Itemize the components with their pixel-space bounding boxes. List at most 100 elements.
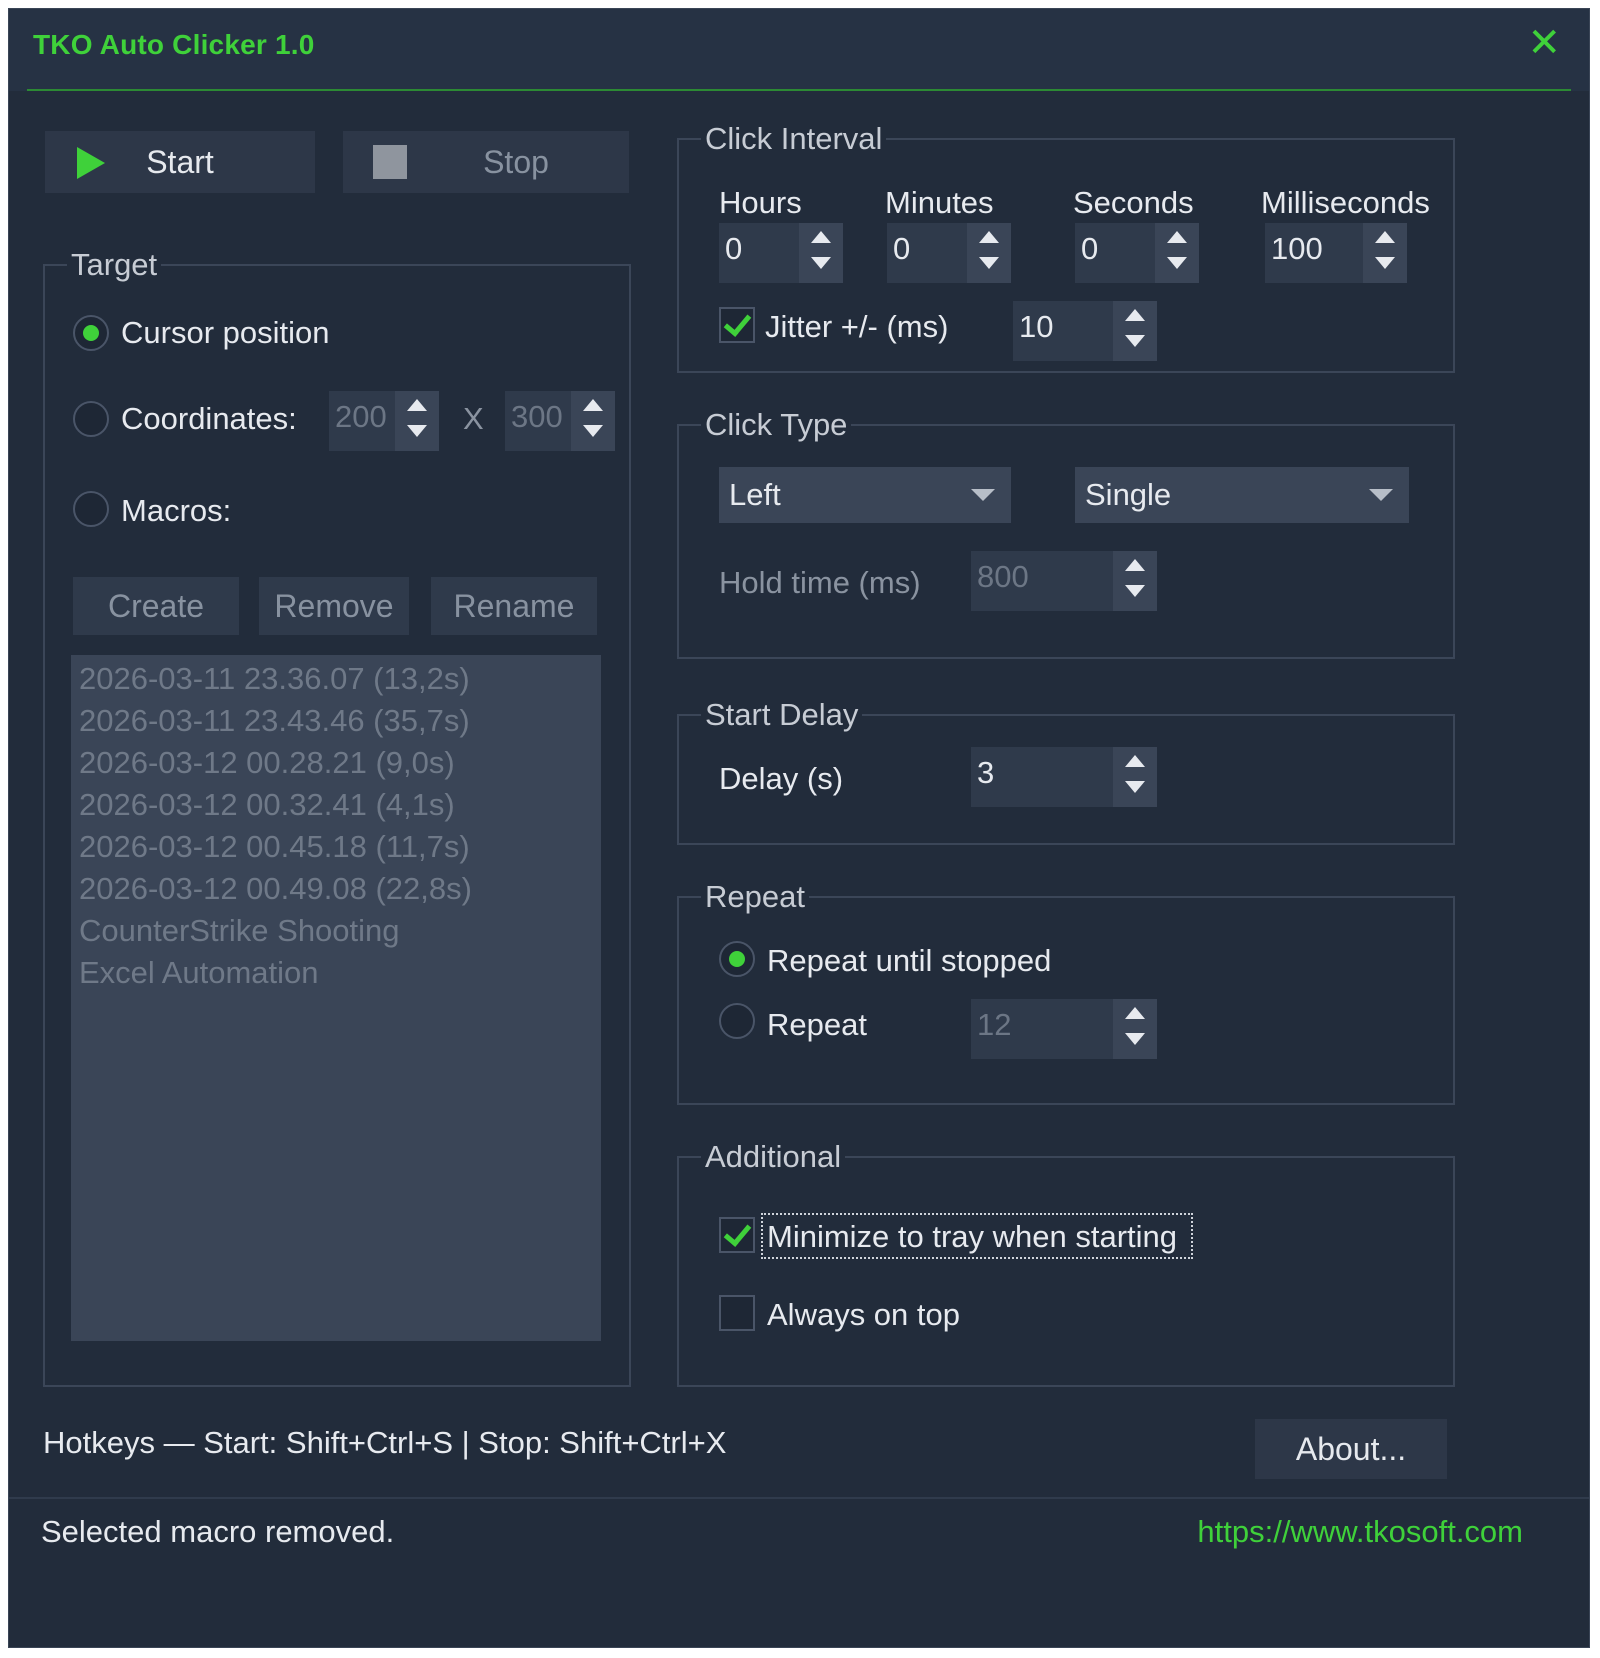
- delay-stepper[interactable]: 3: [971, 747, 1157, 807]
- macros-radio[interactable]: [73, 491, 109, 527]
- hours-label: Hours: [719, 185, 802, 220]
- arrow-up-icon[interactable]: [1167, 231, 1187, 243]
- macro-list[interactable]: 2026-03-11 23.36.07 (13,2s) 2026-03-11 2…: [71, 655, 601, 1341]
- coordinates-radio[interactable]: [73, 401, 109, 437]
- repeat-count-value: 12: [977, 1007, 1012, 1042]
- chevron-down-icon: [971, 489, 995, 501]
- list-item[interactable]: Excel Automation: [79, 955, 319, 991]
- delay-label: Delay (s): [719, 761, 844, 796]
- list-item[interactable]: 2026-03-11 23.43.46 (35,7s): [79, 703, 470, 739]
- hours-stepper[interactable]: 0: [719, 223, 843, 283]
- minimize-to-tray-checkbox[interactable]: [719, 1217, 755, 1253]
- arrow-up-icon[interactable]: [1125, 755, 1145, 767]
- arrow-up-icon[interactable]: [1375, 231, 1395, 243]
- repeat-legend: Repeat: [705, 879, 805, 914]
- create-macro-button[interactable]: Create: [73, 577, 239, 635]
- milliseconds-label: Milliseconds: [1261, 185, 1430, 220]
- coord-x-arrows: [395, 391, 439, 451]
- delay-value: 3: [977, 755, 995, 790]
- seconds-value: 0: [1081, 231, 1099, 266]
- click-mode-value: Single: [1085, 477, 1172, 512]
- list-item[interactable]: CounterStrike Shooting: [79, 913, 400, 949]
- arrow-up-icon[interactable]: [583, 399, 603, 411]
- hours-value: 0: [725, 231, 743, 266]
- stop-button-label: Stop: [483, 143, 549, 180]
- start-delay-legend: Start Delay: [705, 697, 859, 732]
- repeat-count-stepper[interactable]: 12: [971, 999, 1157, 1059]
- arrow-down-icon[interactable]: [583, 425, 603, 437]
- minimize-to-tray-label: Minimize to tray when starting: [767, 1219, 1178, 1254]
- arrow-down-icon[interactable]: [407, 425, 427, 437]
- close-icon[interactable]: ✕: [1527, 23, 1561, 63]
- jitter-arrows: [1113, 301, 1157, 361]
- arrow-down-icon[interactable]: [979, 257, 999, 269]
- always-on-top-label: Always on top: [767, 1297, 960, 1332]
- click-interval-legend: Click Interval: [705, 121, 883, 156]
- cursor-position-label: Cursor position: [121, 315, 330, 350]
- seconds-stepper[interactable]: 0: [1075, 223, 1199, 283]
- arrow-up-icon[interactable]: [1125, 559, 1145, 571]
- list-item[interactable]: 2026-03-11 23.36.07 (13,2s): [79, 661, 470, 697]
- milliseconds-arrows: [1363, 223, 1407, 283]
- list-item[interactable]: 2026-03-12 00.49.08 (22,8s): [79, 871, 472, 907]
- mouse-button-select[interactable]: Left: [719, 467, 1011, 523]
- arrow-down-icon[interactable]: [1125, 1033, 1145, 1045]
- seconds-arrows: [1155, 223, 1199, 283]
- coord-y-stepper[interactable]: 300: [505, 391, 615, 451]
- additional-group: Additional: [677, 1141, 1455, 1387]
- arrow-down-icon[interactable]: [1125, 781, 1145, 793]
- milliseconds-value: 100: [1271, 231, 1323, 266]
- play-icon: [77, 147, 105, 179]
- jitter-label: Jitter +/- (ms): [765, 309, 949, 344]
- about-button-label: About...: [1295, 1430, 1407, 1467]
- repeat-count-label: Repeat: [767, 1007, 867, 1042]
- hold-time-arrows: [1113, 551, 1157, 611]
- arrow-down-icon[interactable]: [811, 257, 831, 269]
- coord-x-stepper[interactable]: 200: [329, 391, 439, 451]
- remove-macro-button[interactable]: Remove: [259, 577, 409, 635]
- minutes-arrows: [967, 223, 1011, 283]
- target-legend: Target: [71, 247, 158, 282]
- remove-macro-label: Remove: [274, 587, 394, 624]
- minutes-value: 0: [893, 231, 911, 266]
- title-separator: [27, 89, 1571, 91]
- chevron-down-icon: [1369, 489, 1393, 501]
- repeat-count-radio[interactable]: [719, 1003, 755, 1039]
- always-on-top-checkbox[interactable]: [719, 1295, 755, 1331]
- status-separator: [9, 1497, 1589, 1499]
- start-button[interactable]: Start: [45, 131, 315, 193]
- jitter-checkbox[interactable]: [719, 307, 755, 343]
- list-item[interactable]: 2026-03-12 00.28.21 (9,0s): [79, 745, 455, 781]
- seconds-label: Seconds: [1073, 185, 1194, 220]
- arrow-down-icon[interactable]: [1167, 257, 1187, 269]
- arrow-down-icon[interactable]: [1125, 585, 1145, 597]
- jitter-value: 10: [1019, 309, 1054, 344]
- click-mode-select[interactable]: Single: [1075, 467, 1409, 523]
- website-link[interactable]: https://www.tkosoft.com: [1197, 1514, 1523, 1550]
- arrow-up-icon[interactable]: [1125, 309, 1145, 321]
- title-bar: TKO Auto Clicker 1.0 ✕: [9, 9, 1589, 91]
- jitter-stepper[interactable]: 10: [1013, 301, 1157, 361]
- create-macro-label: Create: [107, 587, 205, 624]
- window-title: TKO Auto Clicker 1.0: [33, 29, 315, 60]
- rename-macro-button[interactable]: Rename: [431, 577, 597, 635]
- about-button[interactable]: About...: [1255, 1419, 1447, 1479]
- arrow-up-icon[interactable]: [811, 231, 831, 243]
- milliseconds-stepper[interactable]: 100: [1265, 223, 1407, 283]
- list-item[interactable]: 2026-03-12 00.45.18 (11,7s): [79, 829, 470, 865]
- arrow-down-icon[interactable]: [1125, 335, 1145, 347]
- repeat-until-stopped-radio[interactable]: [719, 941, 755, 977]
- arrow-up-icon[interactable]: [979, 231, 999, 243]
- click-type-group: Click Type: [677, 409, 1455, 659]
- stop-button[interactable]: Stop: [343, 131, 629, 193]
- list-item[interactable]: 2026-03-12 00.32.41 (4,1s): [79, 787, 455, 823]
- hold-time-stepper[interactable]: 800: [971, 551, 1157, 611]
- arrow-up-icon[interactable]: [1125, 1007, 1145, 1019]
- stop-icon: [373, 145, 407, 179]
- status-text: Selected macro removed.: [41, 1514, 395, 1549]
- arrow-up-icon[interactable]: [407, 399, 427, 411]
- minutes-stepper[interactable]: 0: [887, 223, 1011, 283]
- arrow-down-icon[interactable]: [1375, 257, 1395, 269]
- repeat-until-stopped-label: Repeat until stopped: [767, 943, 1052, 978]
- cursor-position-radio[interactable]: [73, 315, 109, 351]
